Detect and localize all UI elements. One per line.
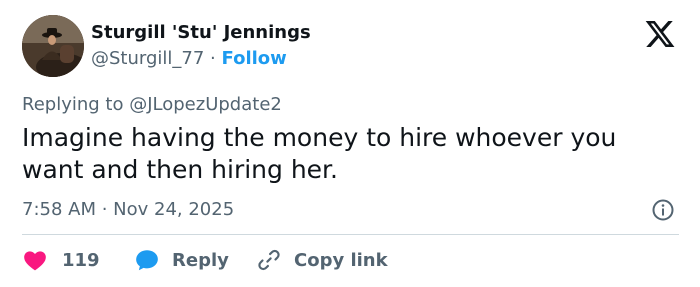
tweet-timestamp[interactable]: 7:58 AM · Nov 24, 2025	[22, 199, 234, 221]
like-count: 119	[62, 249, 100, 271]
replying-to-mention[interactable]: @JLopezUpdate2	[129, 94, 282, 115]
author-handle[interactable]: @Sturgill_77	[91, 48, 204, 69]
like-button[interactable]: 119	[22, 247, 100, 273]
x-logo-icon[interactable]	[643, 18, 677, 50]
avatar-image	[22, 15, 84, 77]
tweet-card: Sturgill 'Stu' Jennings @Sturgill_77 · F…	[0, 0, 700, 287]
replying-to-prefix: Replying to	[22, 94, 124, 115]
reply-button[interactable]: Reply	[134, 247, 229, 273]
author-handle-row: @Sturgill_77 · Follow	[91, 48, 287, 70]
separator-dot: ·	[210, 48, 216, 69]
info-icon[interactable]	[651, 198, 675, 222]
replying-to: Replying to @JLopezUpdate2	[22, 94, 282, 116]
heart-icon	[24, 251, 46, 271]
copy-link-button[interactable]: Copy link	[256, 247, 388, 273]
tweet-text: Imagine having the money to hire whoever…	[22, 123, 617, 184]
chat-bubble-icon	[136, 250, 158, 271]
avatar[interactable]	[22, 15, 84, 77]
author-display-name[interactable]: Sturgill 'Stu' Jennings	[91, 22, 311, 44]
divider	[22, 234, 679, 235]
link-icon	[258, 249, 280, 271]
follow-button[interactable]: Follow	[222, 48, 287, 69]
copy-link-label: Copy link	[294, 249, 388, 271]
reply-label: Reply	[172, 249, 229, 271]
